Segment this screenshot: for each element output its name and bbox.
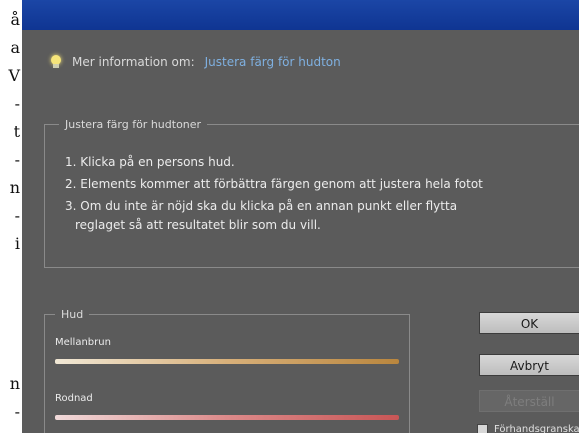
doc-letter: å: [10, 10, 20, 29]
skin-tone-dialog: Mer information om: Justera färg för hud…: [22, 0, 579, 433]
skin-legend: Hud: [61, 308, 84, 321]
tan-slider-label: Mellanbrun: [55, 337, 111, 348]
lightbulb-icon: [50, 55, 62, 69]
preview-label: Förhandsgranska: [494, 424, 579, 433]
instruction-step: 2. Elements kommer att förbättra färgen …: [65, 177, 483, 191]
info-row: Mer information om: Justera färg för hud…: [50, 52, 341, 72]
doc-letter: -: [14, 150, 20, 169]
help-link[interactable]: Justera färg för hudton: [205, 55, 341, 69]
instruction-step: 3. Om du inte är nöjd ska du klicka på e…: [65, 197, 483, 235]
dialog-titlebar[interactable]: [22, 0, 579, 30]
info-prefix: Mer information om:: [72, 55, 195, 69]
reset-button[interactable]: Återställ: [479, 390, 579, 412]
doc-letter: a: [10, 38, 20, 57]
cancel-button[interactable]: Avbryt: [479, 354, 579, 376]
instructions-group: Justera färg för hudtoner 1. Klicka på e…: [44, 118, 579, 268]
doc-letter: i: [14, 234, 20, 253]
doc-letter: n: [9, 178, 20, 197]
doc-letter: t: [13, 122, 20, 141]
preview-checkbox[interactable]: [477, 424, 488, 433]
ok-button[interactable]: OK: [479, 312, 579, 334]
doc-letter: n: [9, 374, 20, 393]
skin-group: Hud Mellanbrun Rodnad: [44, 308, 410, 433]
doc-letter: -: [14, 94, 20, 113]
instruction-step-text: 3. Om du inte är nöjd ska du klicka på e…: [65, 199, 458, 213]
instruction-step: 1. Klicka på en persons hud.: [65, 155, 235, 169]
blush-slider-label: Rodnad: [55, 393, 93, 404]
blush-slider[interactable]: [55, 415, 399, 420]
tan-slider[interactable]: [55, 359, 399, 364]
doc-letter: -: [14, 402, 20, 421]
instruction-step-continuation: reglaget så att resultatet blir som du v…: [75, 218, 321, 232]
underlying-document-text: å a V - t - n - i n -: [0, 0, 22, 433]
doc-letter: -: [14, 206, 20, 225]
doc-letter: V: [8, 66, 20, 85]
instructions-legend: Justera färg för hudtoner: [65, 118, 202, 131]
preview-option[interactable]: Förhandsgranska: [477, 424, 579, 433]
instruction-steps: 1. Klicka på en persons hud. 2. Elements…: [65, 153, 483, 238]
